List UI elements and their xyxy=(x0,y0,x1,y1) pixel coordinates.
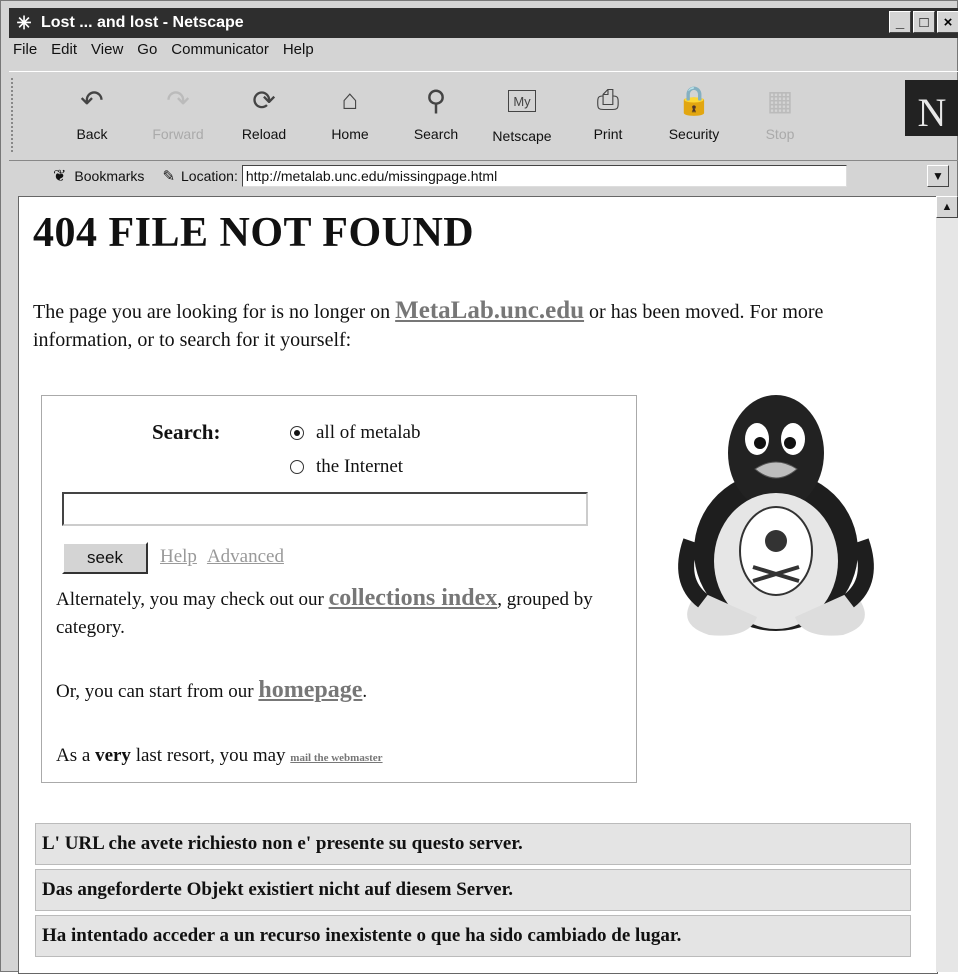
mail-webmaster-link[interactable]: mail the webmaster xyxy=(290,752,382,764)
close-button[interactable]: × xyxy=(937,11,958,33)
menu-communicator[interactable]: Communicator xyxy=(171,41,269,67)
forward-arrow-icon: ↷ xyxy=(166,84,190,116)
menu-view[interactable]: View xyxy=(91,41,123,67)
menu-help[interactable]: Help xyxy=(283,41,314,67)
radio-internet[interactable]: the Internet xyxy=(290,456,403,478)
forward-button[interactable]: ↷ Forward xyxy=(135,80,221,154)
location-label: Location: xyxy=(181,168,238,184)
security-button[interactable]: 🔒 Security xyxy=(651,80,737,154)
intro-text: The page you are looking for is no longe… xyxy=(33,297,824,351)
search-input[interactable] xyxy=(62,492,588,526)
netscape-logo[interactable]: N xyxy=(905,80,958,136)
menu-edit[interactable]: Edit xyxy=(51,41,77,67)
toolbar-grip[interactable] xyxy=(11,78,19,152)
lock-icon: 🔒 xyxy=(676,84,712,116)
print-icon: ⎙ xyxy=(596,83,620,115)
message-italian: L' URL che avete richiesto non e' presen… xyxy=(35,823,911,865)
metalab-link[interactable]: MetaLab.unc.edu xyxy=(395,297,584,324)
help-link[interactable]: Help xyxy=(160,546,197,567)
bookmarks-button[interactable]: ❦ Bookmarks xyxy=(53,166,144,186)
reload-icon: ⟳ xyxy=(252,84,276,116)
seek-button[interactable]: seek xyxy=(62,542,148,574)
page-viewport: 404 FILE NOT FOUND The page you are look… xyxy=(18,196,938,974)
vertical-scrollbar[interactable]: ▲ xyxy=(936,196,958,972)
menu-go[interactable]: Go xyxy=(137,41,157,67)
homepage-link[interactable]: homepage xyxy=(258,677,362,703)
stop-button[interactable]: ▦ Stop xyxy=(737,80,823,154)
menu-file[interactable]: File xyxy=(13,41,37,67)
home-button[interactable]: ⌂ Home xyxy=(307,80,393,154)
title-bar: ✳ Lost ... and lost - Netscape _ □ × xyxy=(9,8,958,38)
collections-text: Alternately, you may check out our colle… xyxy=(56,585,593,638)
location-toolbar: ❦ Bookmarks ✎ Location: http://metalab.u… xyxy=(9,161,958,191)
search-label: Search: xyxy=(152,420,221,444)
reload-button[interactable]: ⟳ Reload xyxy=(221,80,307,154)
message-spanish: Ha intentado acceder a un recurso inexis… xyxy=(35,915,911,957)
url-field[interactable]: http://metalab.unc.edu/missingpage.html xyxy=(241,165,847,187)
page-proxy-icon[interactable]: ✎ xyxy=(162,167,175,185)
tux-penguin-image xyxy=(678,395,874,636)
page-title: 404 FILE NOT FOUND xyxy=(33,210,475,256)
home-icon: ⌂ xyxy=(341,84,359,115)
search-icon: ⚲ xyxy=(425,84,447,116)
url-dropdown-button[interactable]: ▼ xyxy=(927,165,949,187)
search-button[interactable]: ⚲ Search xyxy=(393,80,479,154)
window-title: Lost ... and lost - Netscape xyxy=(41,14,244,31)
search-panel: Search: all of metalab the Internet seek… xyxy=(41,395,637,783)
navigation-toolbar: ↶ Back ↷ Forward ⟳ Reload ⌂ Home ⚲ Searc… xyxy=(9,71,958,161)
back-arrow-icon: ↶ xyxy=(80,84,104,116)
minimize-button[interactable]: _ xyxy=(889,11,911,33)
radio-selected-icon xyxy=(290,426,304,440)
homepage-text: Or, you can start from our homepage. xyxy=(56,677,368,703)
menu-bar: File Edit View Go Communicator Help xyxy=(9,41,324,67)
radio-all-metalab[interactable]: all of metalab xyxy=(290,422,420,444)
maximize-button[interactable]: □ xyxy=(913,11,935,33)
message-german: Das angeforderte Objekt existiert nicht … xyxy=(35,869,911,911)
advanced-link[interactable]: Advanced xyxy=(207,546,284,567)
my-netscape-icon: My xyxy=(508,90,536,112)
netscape-star-icon: ✳ xyxy=(16,13,32,33)
collections-index-link[interactable]: collections index xyxy=(329,585,498,611)
last-resort-text: As a very last resort, you may mail the … xyxy=(56,745,383,766)
scroll-up-arrow-icon[interactable]: ▲ xyxy=(936,196,958,218)
stop-icon: ▦ xyxy=(766,84,794,116)
back-button[interactable]: ↶ Back xyxy=(49,80,135,154)
radio-unselected-icon xyxy=(290,460,304,474)
print-button[interactable]: ⎙ Print xyxy=(565,80,651,154)
bookmark-icon: ❦ xyxy=(53,168,67,185)
netscape-button[interactable]: My Netscape xyxy=(479,80,565,154)
